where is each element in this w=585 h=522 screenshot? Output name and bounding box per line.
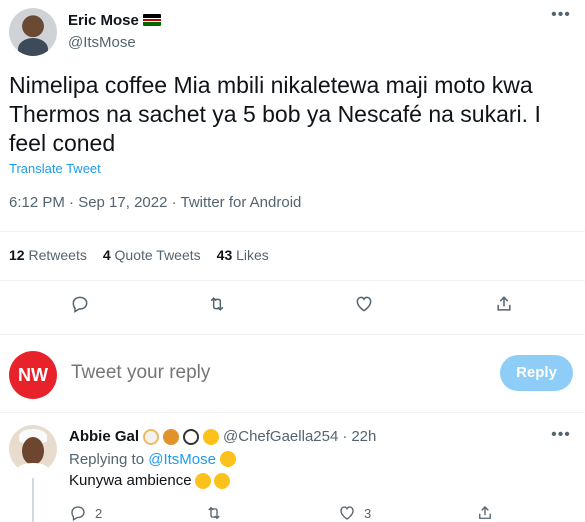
share-icon [479,506,491,519]
reply-input[interactable] [71,362,471,384]
heart-eyes-emoji [203,428,220,445]
retweets-stat[interactable]: 12 Retweets [9,247,87,263]
retweet-icon [208,506,220,520]
reply-text: Kunywa ambience [69,472,192,489]
share-icon[interactable] [487,287,521,321]
reply-more-options-icon[interactable]: ••• [549,427,573,448]
magnifier-emoji [183,428,200,445]
author-avatar[interactable] [9,8,57,56]
reply-header: Abbie Gal @ChefGaella254 · 22h [69,428,376,445]
translate-tweet-link[interactable]: Translate Tweet [9,161,101,176]
replying-to: Replying to @ItsMose [69,451,237,468]
tweet-text: Nimelipa coffee Mia mbili nikaletewa maj… [9,72,541,156]
chef-emoji [143,428,160,445]
more-options-icon[interactable]: ••• [549,7,573,28]
nw-account-avatar[interactable]: NW [9,351,57,399]
retweet-icon[interactable] [200,287,234,321]
reply-author-avatar[interactable] [9,425,57,473]
reply-button[interactable]: Reply [500,355,573,391]
divider [0,412,585,413]
reply-author-handle[interactable]: @ChefGaella254 [223,428,338,445]
author-handle[interactable]: @ItsMose [68,34,136,51]
divider [0,231,585,232]
reply-like-button[interactable]: 3 [338,504,371,522]
replying-to-handle[interactable]: @ItsMose [148,451,216,468]
likes-stat[interactable]: 43 Likes [217,247,269,263]
separator: · [342,428,348,445]
like-icon [340,506,354,520]
reply-icon[interactable] [63,287,97,321]
author-name[interactable]: Eric Mose [68,12,139,29]
tweet-timestamp[interactable]: 6:12 PM · Sep 17, 2022 · Twitter for And… [9,194,301,211]
like-icon[interactable] [347,287,381,321]
like-count: 3 [364,505,372,521]
reply-count: 2 [95,505,103,521]
rofl-emoji [220,451,237,467]
reply-author-name[interactable]: Abbie Gal [69,428,139,445]
reply-timestamp[interactable]: 22h [351,428,376,445]
rofl-emoji [213,472,230,489]
reply-text-row: Kunywa ambience [69,472,230,489]
quote-tweets-stat[interactable]: 4 Quote Tweets [103,247,201,263]
divider [0,280,585,281]
kenya-flag-icon [143,14,161,26]
tweet-stats: 12 Retweets 4 Quote Tweets 43 Likes [9,247,269,263]
croissant-emoji [163,428,180,445]
divider [0,334,585,335]
reply-reply-button[interactable]: 2 [69,504,102,522]
thread-line [32,478,34,522]
reply-icon [71,506,85,521]
reply-share-button[interactable] [476,504,494,522]
rofl-emoji [194,472,211,489]
reply-retweet-button[interactable] [205,504,223,522]
